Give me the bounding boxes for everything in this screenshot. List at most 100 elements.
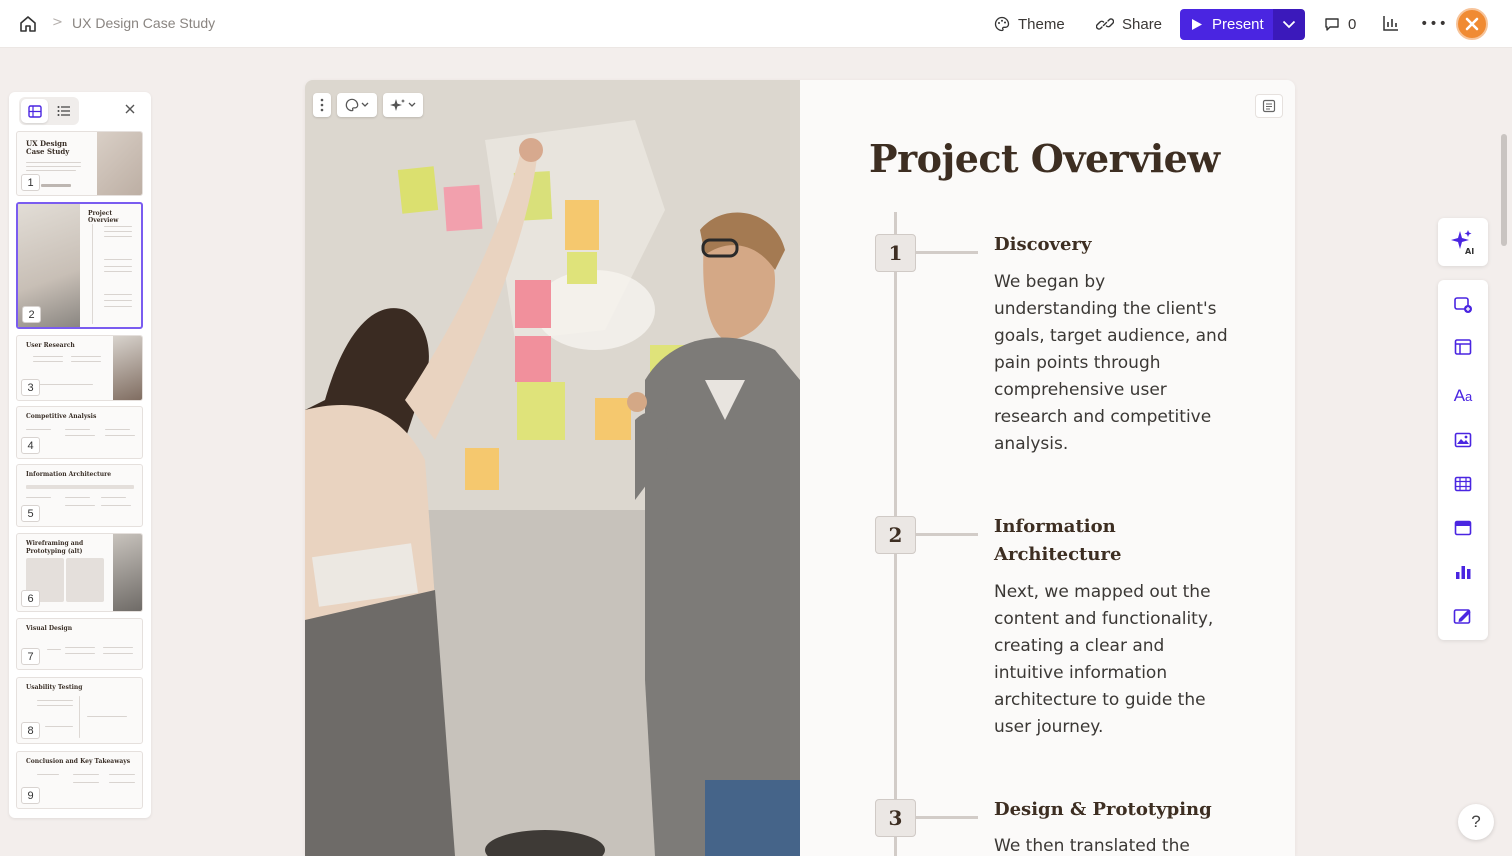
thumbnail-text-line — [73, 774, 99, 775]
comments-button[interactable]: 0 — [1324, 9, 1356, 39]
thumbnail-text-line — [73, 782, 99, 783]
home-button[interactable] — [16, 12, 40, 36]
chevron-down-icon — [408, 102, 416, 107]
step-title-3[interactable]: Design & Prototyping — [994, 796, 1234, 824]
thumbnail-title: Conclusion and Key Takeaways — [26, 758, 131, 765]
thumbnail-text-line — [101, 497, 126, 498]
image-ai-button[interactable] — [383, 93, 423, 117]
slide-thumbnail-6[interactable]: Wireframing and Prototyping (alt) 6 — [16, 533, 143, 612]
document-title[interactable]: UX Design Case Study — [72, 15, 215, 31]
embed-button[interactable] — [1451, 516, 1475, 540]
palette-icon — [345, 98, 359, 112]
thumbnail-text-line — [104, 294, 132, 295]
image-toolbar — [313, 93, 423, 117]
thumbnail-timeline — [92, 224, 93, 324]
text-button[interactable]: Aa — [1451, 384, 1475, 408]
play-icon — [1192, 19, 1202, 30]
video-button[interactable] — [1451, 472, 1475, 496]
layout-icon — [1454, 339, 1472, 355]
slide-thumbnail-3[interactable]: User Research 3 — [16, 335, 143, 401]
thumbnail-number: 2 — [22, 306, 41, 323]
link-icon — [1096, 18, 1114, 30]
thumbnail-text-line — [37, 705, 73, 706]
thumbnail-text-line — [45, 726, 73, 727]
slide-thumbnail-2[interactable]: Project Overview 2 — [16, 202, 143, 329]
slide-title[interactable]: Project Overview — [869, 136, 1220, 181]
thumbnail-text-line — [104, 226, 132, 227]
step-connector — [916, 816, 978, 819]
share-button[interactable]: Share — [1096, 9, 1162, 39]
comment-icon — [1325, 18, 1339, 31]
present-label: Present — [1212, 16, 1264, 33]
thumbnail-number: 9 — [21, 787, 40, 804]
top-bar: > UX Design Case Study Theme Share Prese… — [0, 0, 1512, 48]
layout-button[interactable] — [1451, 335, 1475, 359]
chart-icon — [1456, 566, 1471, 579]
step-connector — [916, 533, 978, 536]
add-card-icon — [1454, 297, 1472, 313]
home-icon — [20, 16, 36, 32]
thumbnail-title: Information Architecture — [26, 471, 112, 478]
step-body-2[interactable]: Next, we mapped out the content and func… — [994, 579, 1234, 741]
thumbnail-text-line — [109, 774, 135, 775]
speaker-notes-button[interactable] — [1255, 94, 1283, 118]
theme-button[interactable]: Theme — [994, 9, 1065, 39]
palette-icon — [994, 16, 1010, 32]
thumbnail-number: 8 — [21, 722, 40, 739]
image-style-button[interactable] — [337, 93, 377, 117]
help-button[interactable]: ? — [1458, 804, 1494, 840]
analytics-icon — [1383, 16, 1398, 31]
user-avatar[interactable] — [1456, 8, 1488, 40]
thumbnail-text-line — [104, 306, 132, 307]
slide-thumbnail-5[interactable]: Information Architecture 5 — [16, 464, 143, 527]
more-icon: ••• — [1420, 16, 1448, 32]
step-connector — [916, 251, 978, 254]
thumbnail-text-line — [87, 716, 127, 717]
ai-assistant-button[interactable]: AI — [1438, 218, 1488, 266]
slide-thumbnail-4[interactable]: Competitive Analysis 4 — [16, 406, 143, 459]
step-number-1: 1 — [875, 234, 916, 272]
page-scrollbar[interactable] — [1501, 134, 1507, 246]
thumbnail-number: 4 — [21, 437, 40, 454]
theme-label: Theme — [1018, 15, 1065, 33]
thumbnail-text-line — [33, 361, 63, 362]
slide-canvas[interactable]: Project Overview 1 Discovery We began by… — [305, 80, 1295, 856]
slide-photo[interactable] — [305, 80, 800, 856]
slide-thumbnail-1[interactable]: UX Design Case Study 1 — [16, 131, 143, 196]
thumbnail-text-line — [103, 647, 133, 648]
close-panel-button[interactable] — [123, 102, 137, 116]
thumbnail-text-line — [65, 505, 95, 506]
step-title-1[interactable]: Discovery — [994, 231, 1234, 259]
share-label: Share — [1122, 15, 1163, 33]
form-button[interactable] — [1451, 604, 1475, 628]
grid-view-button[interactable] — [21, 99, 48, 123]
slide-thumbnail-8[interactable]: Usability Testing 8 — [16, 677, 143, 744]
image-icon — [1454, 432, 1472, 448]
thumbnail-text-line — [47, 649, 61, 650]
step-body-3[interactable]: We then translated the — [994, 833, 1234, 856]
slide-thumbnail-9[interactable]: Conclusion and Key Takeaways 9 — [16, 751, 143, 809]
thumbnail-text-line — [26, 166, 81, 167]
view-toggle — [19, 97, 79, 125]
thumbnail-text-line — [104, 271, 132, 272]
chart-button[interactable] — [1451, 560, 1475, 584]
thumbnail-title: Project Overview — [88, 210, 119, 224]
svg-text:AI: AI — [1465, 247, 1474, 255]
thumbnail-text-line — [103, 653, 133, 654]
text-icon: Aa — [1453, 386, 1473, 405]
avatar-x-icon — [1465, 17, 1479, 31]
step-body-1[interactable]: We began by understanding the client's g… — [994, 269, 1234, 458]
present-options-button[interactable] — [1273, 9, 1305, 40]
more-options-button[interactable]: ••• — [1420, 14, 1447, 34]
image-drag-handle[interactable] — [313, 93, 331, 117]
add-card-button[interactable] — [1451, 292, 1475, 316]
embed-icon — [1454, 520, 1472, 536]
breadcrumb-separator-icon: > — [52, 15, 63, 30]
step-title-2[interactable]: Information Architecture — [994, 513, 1234, 569]
analytics-button[interactable] — [1382, 14, 1402, 34]
list-view-button[interactable] — [50, 99, 77, 123]
slide-thumbnail-7[interactable]: Visual Design 7 — [16, 618, 143, 670]
image-button[interactable] — [1451, 428, 1475, 452]
present-button[interactable]: Present — [1180, 9, 1273, 40]
thumbnail-text-line — [104, 259, 132, 260]
